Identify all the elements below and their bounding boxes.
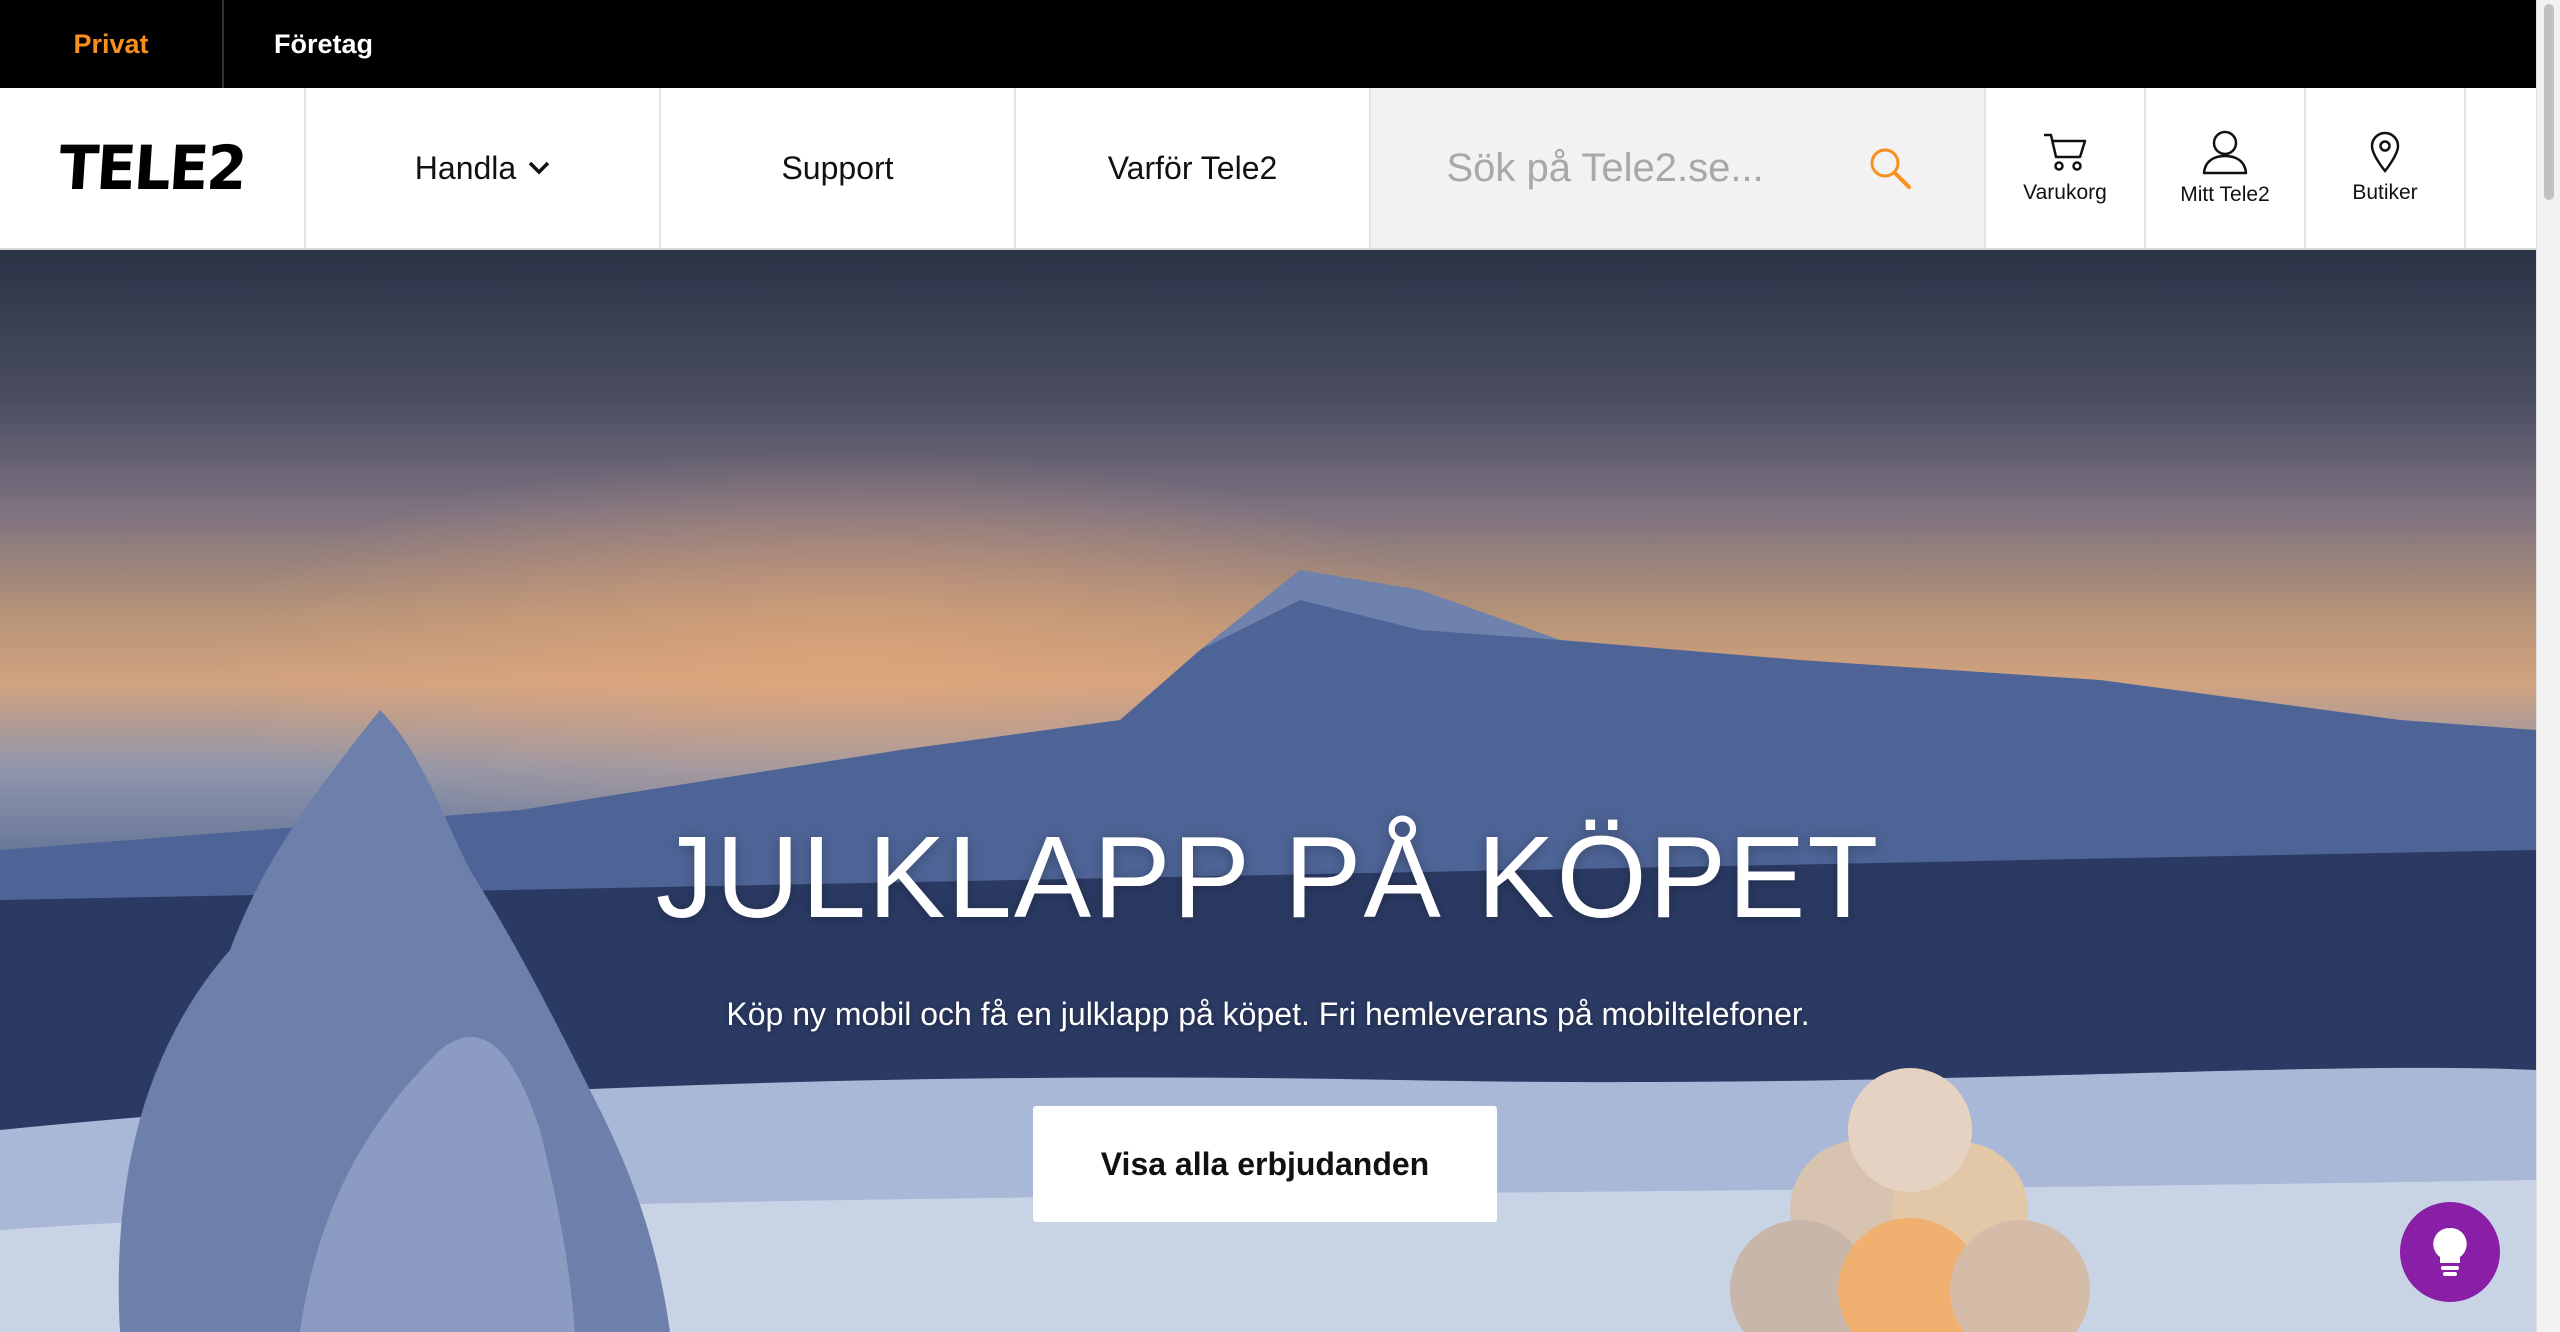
hero-banner: JULKLAPP PÅ KÖPET Köp ny mobil och få en… <box>0 250 2536 1332</box>
show-all-offers-button[interactable]: Visa alla erbjudanden <box>1033 1106 1497 1222</box>
hero-subtitle: Köp ny mobil och få en julklapp på köpet… <box>726 996 1810 1032</box>
nav-item-handla[interactable]: Handla <box>306 88 661 248</box>
account-label: Mitt Tele2 <box>2180 183 2270 206</box>
cart-label: Varukorg <box>2023 181 2107 204</box>
search-icon[interactable] <box>1867 145 1913 191</box>
search-box <box>1371 88 1986 248</box>
stores-button[interactable]: Butiker <box>2306 88 2466 248</box>
tele2-logo: TELE2 <box>56 132 248 204</box>
nav-item-label: Handla <box>414 149 517 186</box>
search-input[interactable] <box>1446 145 1867 191</box>
scrollbar-thumb[interactable] <box>2544 4 2554 200</box>
stores-label: Butiker <box>2352 181 2418 204</box>
help-button[interactable] <box>2400 1202 2500 1302</box>
chevron-down-icon <box>528 161 550 175</box>
segment-bar: Privat Företag <box>0 0 2536 88</box>
account-button[interactable]: Mitt Tele2 <box>2146 88 2306 248</box>
cart-icon <box>2044 133 2087 171</box>
page-scrollbar[interactable] <box>2536 0 2560 1332</box>
nav-item-label: Varför Tele2 <box>1107 149 1278 186</box>
foretag-link[interactable]: Företag <box>224 0 373 88</box>
user-icon <box>2202 130 2248 175</box>
lightbulb-icon <box>2433 1227 2467 1276</box>
cart-button[interactable]: Varukorg <box>1986 88 2146 248</box>
nav-item-label: Support <box>781 149 894 186</box>
hero-title: JULKLAPP PÅ KÖPET <box>655 812 1881 942</box>
privat-link[interactable]: Privat <box>0 0 224 88</box>
location-pin-icon <box>2370 131 2400 173</box>
nav-item-varfor-tele2[interactable]: Varför Tele2 <box>1016 88 1371 248</box>
nav-item-support[interactable]: Support <box>661 88 1016 248</box>
main-nav: TELE2 Handla Support Varför Tele2 Varuko… <box>0 88 2536 250</box>
logo-link[interactable]: TELE2 <box>0 88 306 248</box>
